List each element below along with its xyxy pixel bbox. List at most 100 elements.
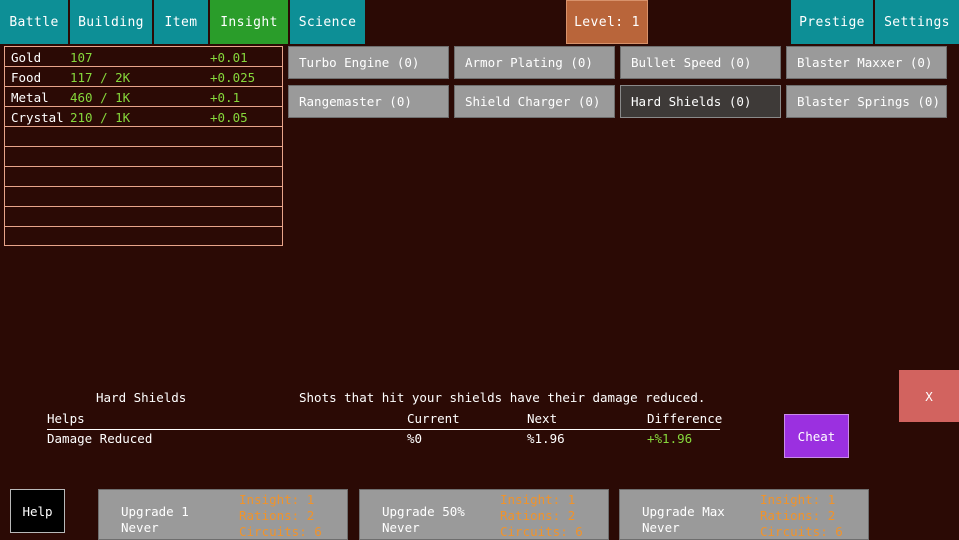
upgrade-hard-shields[interactable]: Hard Shields (0) [620, 85, 781, 118]
tab-item-label: Item [164, 14, 198, 30]
resource-row [5, 207, 282, 227]
buy-upgrade-max-label-group: Upgrade Max Never [642, 504, 725, 536]
top-navigation: Battle Building Item Insight Science Level: 1… [0, 0, 959, 44]
detail-title: Hard Shields [96, 390, 187, 405]
resource-row: Crystal 210 / 1K +0.05 [5, 107, 282, 127]
resource-row [5, 227, 282, 247]
resource-name: Metal [11, 90, 49, 105]
tab-building[interactable]: Building [70, 0, 152, 44]
upgrade-blaster-maxxer[interactable]: Blaster Maxxer (0) [786, 46, 947, 79]
detail-description: Shots that hit your shields have their d… [299, 390, 706, 405]
close-panel-button[interactable]: X [899, 370, 959, 422]
detail-stats-table: Helps Current Next Difference Damage Red… [47, 410, 723, 449]
tab-battle[interactable]: Battle [0, 0, 68, 44]
buy-upgrade-50-cost-list: Insight: 1 Rations: 2 Circuits: 6 [500, 492, 583, 540]
close-icon: X [925, 388, 933, 404]
upgrade-rangemaster[interactable]: Rangemaster (0) [288, 85, 449, 118]
column-header-current: Current [407, 411, 460, 426]
upgrade-armor-plating[interactable]: Armor Plating (0) [454, 46, 615, 79]
buy-upgrade-max-cost-list: Insight: 1 Rations: 2 Circuits: 6 [760, 492, 843, 540]
tab-level-label: Level: 1 [574, 14, 640, 30]
buy-upgrade-max-label: Upgrade Max [642, 504, 725, 519]
upgrade-rangemaster-label: Rangemaster (0) [299, 94, 412, 109]
resource-row: Metal 460 / 1K +0.1 [5, 87, 282, 107]
stat-current: %0 [407, 431, 423, 446]
cost-line: Insight: 1 [760, 492, 836, 507]
upgrade-bullet-speed-label: Bullet Speed (0) [631, 55, 752, 70]
upgrade-armor-plating-label: Armor Plating (0) [465, 55, 593, 70]
resource-row [5, 147, 282, 167]
resource-name: Crystal [11, 110, 64, 125]
upgrade-button-grid: Turbo Engine (0) Rangemaster (0) Armor Pla… [288, 46, 956, 124]
detail-stat-row: Damage Reduced %0 %1.96 +%1.96 [47, 430, 720, 449]
tab-settings-label: Settings [884, 14, 950, 30]
buy-upgrade-max-sublabel: Never [642, 520, 680, 535]
buy-upgrade-1[interactable]: Upgrade 1 Never Insight: 1 Rations: 2 Circui… [98, 489, 348, 540]
tab-insight[interactable]: Insight [210, 0, 288, 44]
buy-upgrade-50-label: Upgrade 50% [382, 504, 465, 519]
stat-next: %1.96 [527, 431, 565, 446]
tab-prestige[interactable]: Prestige [791, 0, 873, 44]
tab-settings[interactable]: Settings [875, 0, 959, 44]
cost-line: Rations: 2 [500, 508, 576, 523]
buy-upgrade-50-label-group: Upgrade 50% Never [382, 504, 465, 536]
help-button-label: Help [22, 503, 53, 519]
upgrade-blaster-maxxer-label: Blaster Maxxer (0) [797, 55, 933, 70]
resource-rate: +0.01 [210, 50, 248, 65]
upgrade-shield-charger-label: Shield Charger (0) [465, 94, 601, 109]
resource-amount: 117 / 2K [70, 70, 131, 85]
detail-table-body: Damage Reduced %0 %1.96 +%1.96 [47, 430, 720, 449]
resource-name: Food [11, 70, 42, 85]
resource-amount: 210 / 1K [70, 110, 131, 125]
buy-upgrade-max[interactable]: Upgrade Max Never Insight: 1 Rations: 2 Circ… [619, 489, 869, 540]
buy-upgrade-1-label-group: Upgrade 1 Never [121, 504, 189, 536]
tab-building-label: Building [78, 14, 144, 30]
cost-line: Insight: 1 [500, 492, 576, 507]
upgrade-bullet-speed[interactable]: Bullet Speed (0) [620, 46, 781, 79]
buy-upgrade-1-cost-list: Insight: 1 Rations: 2 Circuits: 6 [239, 492, 322, 540]
upgrade-blaster-springs[interactable]: Blaster Springs (0) [786, 85, 947, 118]
tab-science[interactable]: Science [290, 0, 365, 44]
column-header-next: Next [527, 411, 558, 426]
detail-table-header: Helps Current Next Difference [47, 410, 723, 430]
tab-battle-label: Battle [9, 14, 59, 30]
resource-row [5, 167, 282, 187]
buy-upgrade-1-label: Upgrade 1 [121, 504, 189, 519]
resource-rate: +0.05 [210, 110, 248, 125]
buy-upgrade-1-sublabel: Never [121, 520, 159, 535]
cost-line: Circuits: 6 [239, 524, 322, 539]
resource-row [5, 127, 282, 147]
buy-upgrade-50-sublabel: Never [382, 520, 420, 535]
cheat-button[interactable]: Cheat [784, 414, 849, 458]
cost-line: Circuits: 6 [760, 524, 843, 539]
tab-level[interactable]: Level: 1 [566, 0, 648, 44]
upgrade-shield-charger[interactable]: Shield Charger (0) [454, 85, 615, 118]
resource-amount: 460 / 1K [70, 90, 131, 105]
resource-rate: +0.1 [210, 90, 241, 105]
column-header-difference: Difference [647, 411, 723, 426]
tab-prestige-label: Prestige [799, 14, 865, 30]
cheat-button-label: Cheat [797, 428, 836, 444]
upgrade-turbo-engine[interactable]: Turbo Engine (0) [288, 46, 449, 79]
cost-line: Circuits: 6 [500, 524, 583, 539]
cost-line: Rations: 2 [239, 508, 315, 523]
tab-item[interactable]: Item [154, 0, 208, 44]
game-screen: Battle Building Item Insight Science Level: 1… [0, 0, 959, 540]
column-header-helps: Helps [47, 411, 85, 426]
stat-difference: +%1.96 [647, 431, 693, 446]
resource-row [5, 187, 282, 207]
stat-name: Damage Reduced [47, 431, 153, 446]
buy-upgrade-50[interactable]: Upgrade 50% Never Insight: 1 Rations: 2 Circ… [359, 489, 609, 540]
tab-science-label: Science [298, 14, 357, 30]
resource-row: Food 117 / 2K +0.025 [5, 67, 282, 87]
upgrade-turbo-engine-label: Turbo Engine (0) [299, 55, 420, 70]
upgrade-blaster-springs-label: Blaster Springs (0) [797, 94, 940, 109]
resource-row: Gold 107 +0.01 [5, 47, 282, 67]
resource-table: Gold 107 +0.01 Food 117 / 2K +0.025 Metal 460 /… [4, 46, 283, 246]
resource-rate: +0.025 [210, 70, 256, 85]
resource-amount: 107 [70, 50, 93, 65]
tab-insight-label: Insight [220, 14, 278, 30]
cost-line: Rations: 2 [760, 508, 836, 523]
help-button[interactable]: Help [10, 489, 65, 533]
upgrade-hard-shields-label: Hard Shields (0) [631, 94, 752, 109]
